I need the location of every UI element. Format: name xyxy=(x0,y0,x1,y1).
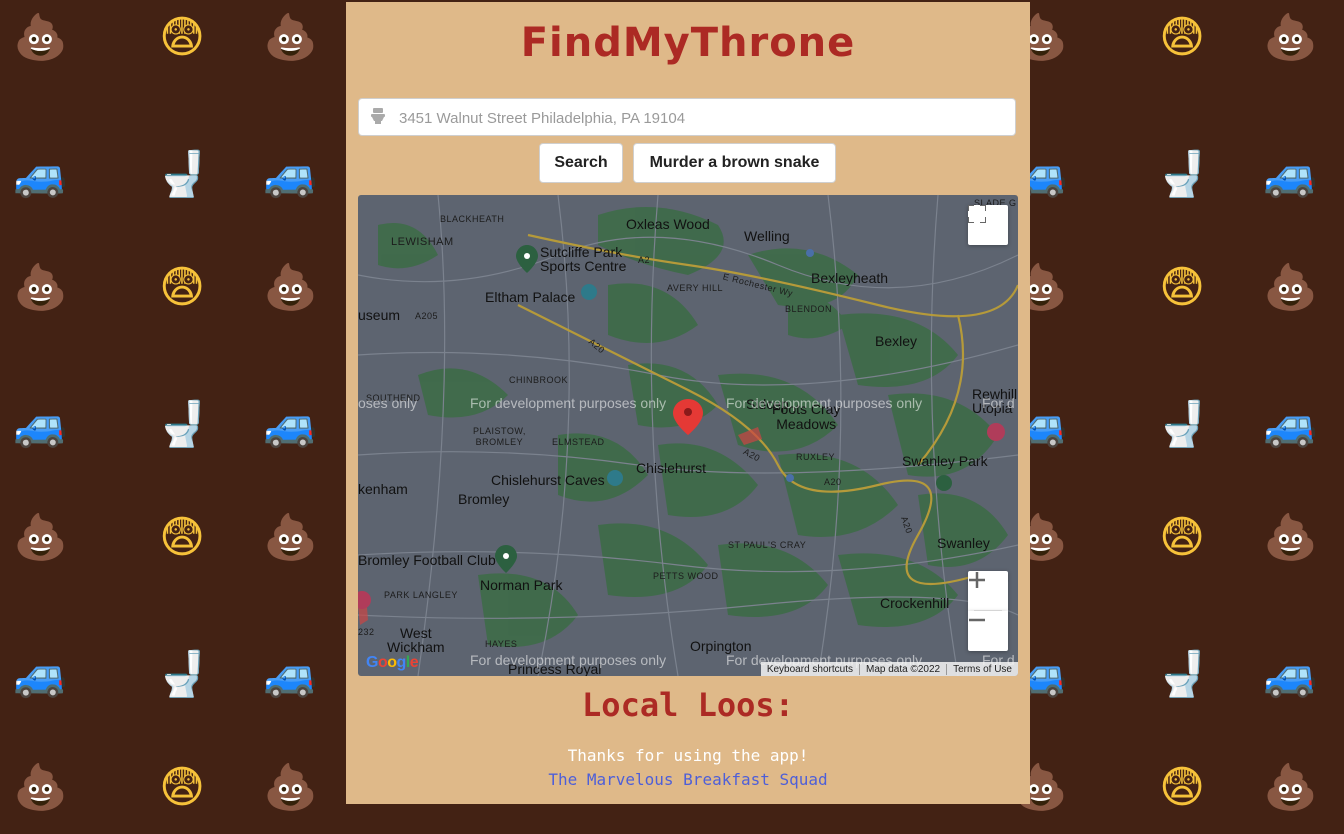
search-input[interactable] xyxy=(397,99,1007,137)
fullscreen-icon xyxy=(968,205,986,223)
map-label-bexleyheath: Bexleyheath xyxy=(811,270,889,286)
poop-icon: 💩 xyxy=(13,262,68,313)
plus-icon xyxy=(969,572,985,588)
poop-icon: 💩 xyxy=(263,12,318,63)
car-icon: 🚙 xyxy=(13,649,68,700)
map-label-a20-south: A20 xyxy=(824,477,842,487)
map-label-a2: A2 xyxy=(638,255,651,265)
scared-face-icon: 😨 xyxy=(1159,762,1205,813)
scared-face-icon: 😨 xyxy=(159,262,205,313)
car-icon: 🚙 xyxy=(1263,149,1318,200)
scared-face-icon: 😨 xyxy=(159,512,205,563)
poop-icon: 💩 xyxy=(263,262,318,313)
map-label-route-232: 232 xyxy=(358,627,375,637)
map-label-bromley-fc: Bromley Football Club xyxy=(358,552,496,568)
team-link[interactable]: The Marvelous Breakfast Squad xyxy=(346,770,1030,789)
toilet-icon: 🚽 xyxy=(155,399,210,450)
car-icon: 🚙 xyxy=(13,149,68,200)
google-logo[interactable]: Google xyxy=(366,654,419,672)
toilet-icon: 🚽 xyxy=(155,149,210,200)
map-label-kenham: kenham xyxy=(358,481,408,497)
car-icon: 🚙 xyxy=(263,399,318,450)
map-label-plaistow: PLAISTOW, BROMLEY xyxy=(473,426,526,447)
map-label-avery-hill: AVERY HILL xyxy=(667,283,724,293)
dev-watermark-bottom: For development purposes only xyxy=(470,652,667,668)
app-title: FindMyThrone xyxy=(520,20,856,66)
poop-icon: 💩 xyxy=(13,512,68,563)
map-label-petts-wood: PETTS WOOD xyxy=(653,571,719,581)
minus-icon xyxy=(969,618,985,622)
dev-watermark-left: oses only xyxy=(358,395,418,411)
map-label-park-langley: PARK LANGLEY xyxy=(384,590,458,600)
scared-face-icon: 😨 xyxy=(1159,12,1205,63)
map-label-blendon: BLENDON xyxy=(785,304,833,314)
toilet-icon: 🚽 xyxy=(1155,149,1210,200)
scared-face-icon: 😨 xyxy=(1159,512,1205,563)
poop-icon: 💩 xyxy=(1263,262,1318,313)
scared-face-icon: 😨 xyxy=(1159,262,1205,313)
location-pin-icon xyxy=(673,399,703,435)
terms-of-use-link[interactable]: Terms of Use xyxy=(946,663,1018,675)
map-label-lewisham: LEWISHAM xyxy=(391,236,454,248)
map-label-hayes: HAYES xyxy=(485,639,518,649)
map-label-eltham-palace: Eltham Palace xyxy=(485,289,576,305)
map-label-st-pauls-cray: ST PAUL'S CRAY xyxy=(728,540,807,550)
map-label-chinbrook: CHINBROOK xyxy=(509,375,569,385)
map-label-bexley: Bexley xyxy=(875,333,918,349)
map-label-swanley-park: Swanley Park xyxy=(902,453,988,469)
toilet-icon: 🚽 xyxy=(1155,649,1210,700)
map-label-west-wickham: West Wickham xyxy=(387,625,445,655)
map-attribution: Keyboard shortcuts Map data ©2022 Terms … xyxy=(760,662,1018,676)
poop-icon: 💩 xyxy=(1263,762,1318,813)
thanks-message: Thanks for using the app! xyxy=(567,746,809,765)
dev-watermark-right: For d xyxy=(982,395,1015,411)
poop-icon: 💩 xyxy=(1263,12,1318,63)
toilet-icon xyxy=(371,108,385,124)
poop-icon: 💩 xyxy=(13,762,68,813)
scared-face-icon: 😨 xyxy=(159,12,205,63)
map-label-elmstead: ELMSTEAD xyxy=(552,437,605,447)
poop-icon: 💩 xyxy=(13,12,68,63)
dev-watermark: For development purposes only xyxy=(470,395,667,411)
map-data-text: Map data ©2022 xyxy=(859,663,946,675)
map-label-bromley: Bromley xyxy=(458,491,510,507)
car-icon: 🚙 xyxy=(263,649,318,700)
poop-icon: 💩 xyxy=(263,512,318,563)
toilet-icon: 🚽 xyxy=(1155,399,1210,450)
car-icon: 🚙 xyxy=(1263,649,1318,700)
dev-watermark-2: For development purposes only xyxy=(726,395,923,411)
keyboard-shortcuts-link[interactable]: Keyboard shortcuts xyxy=(761,664,859,675)
search-field[interactable] xyxy=(358,98,1016,137)
zoom-in-button[interactable] xyxy=(968,571,1008,611)
map-label-norman-park: Norman Park xyxy=(480,577,563,593)
map-label-a205: A205 xyxy=(415,311,439,321)
car-icon: 🚙 xyxy=(263,149,318,200)
map-label-chislehurst-caves: Chislehurst Caves xyxy=(491,472,605,488)
map-label-swanley: Swanley xyxy=(937,535,990,551)
map-label-chislehurst: Chislehurst xyxy=(636,460,707,476)
fullscreen-button[interactable] xyxy=(968,205,1008,245)
zoom-out-button[interactable] xyxy=(968,611,1008,651)
map-label-crockenhill: Crockenhill xyxy=(880,595,950,611)
map-label-ruxley: RUXLEY xyxy=(796,452,836,462)
search-button[interactable]: Search xyxy=(539,143,623,183)
murder-brown-snake-button[interactable]: Murder a brown snake xyxy=(633,143,836,183)
scared-face-icon: 😨 xyxy=(159,762,205,813)
map-label-welling: Welling xyxy=(744,228,790,244)
map-label-museum: useum xyxy=(358,307,401,323)
local-loos-heading: Local Loos: xyxy=(582,686,794,724)
poop-icon: 💩 xyxy=(1263,512,1318,563)
car-icon: 🚙 xyxy=(1263,399,1318,450)
main-panel: FindMyThrone Search Murder a brown snake xyxy=(346,2,1030,804)
map-label-sutcliffe-park: Sutcliffe Park Sports Centre xyxy=(540,244,627,274)
map-label-blackheath: BLACKHEATH xyxy=(440,214,505,224)
toilet-icon: 🚽 xyxy=(155,649,210,700)
map-view[interactable]: BLACKHEATH Oxleas Wood Welling SLADE G L… xyxy=(358,195,1018,676)
poop-icon: 💩 xyxy=(263,762,318,813)
map-label-oxleas-wood: Oxleas Wood xyxy=(626,216,710,232)
car-icon: 🚙 xyxy=(13,399,68,450)
